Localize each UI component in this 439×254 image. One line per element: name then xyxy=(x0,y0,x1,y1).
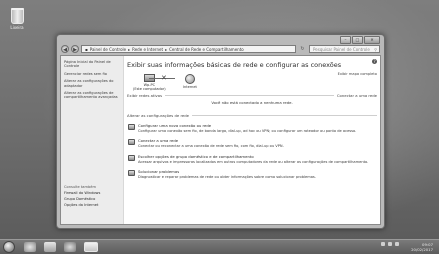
task-description: Acessar arquivos e impressoras localizad… xyxy=(138,159,369,164)
network-map: Exibir mapa completo Wp-PC (Este computa… xyxy=(127,71,377,91)
refresh-icon[interactable]: ↻ xyxy=(298,45,307,53)
see-full-map-link[interactable]: Exibir mapa completo xyxy=(338,72,377,76)
window-client-area: Página Inicial do Painel de Controle Ger… xyxy=(60,55,381,225)
firewall-link[interactable]: Firewall do Windows xyxy=(61,191,123,195)
see-also-section: Consulte também Firewall do Windows Grup… xyxy=(61,185,123,209)
recycle-bin-label: Lixeira xyxy=(10,25,24,30)
address-segment-1[interactable]: Painel de Controle xyxy=(90,46,126,52)
task-connect-link[interactable]: Conectar a uma rede xyxy=(138,138,377,143)
search-input[interactable]: Pesquisar Painel de Controle ⚲ xyxy=(309,44,380,53)
minimize-button[interactable]: – xyxy=(340,36,351,44)
recycle-bin-shortcut[interactable]: Lixeira xyxy=(6,8,28,30)
volume-tray-icon[interactable] xyxy=(395,242,399,246)
network-tray-icon[interactable] xyxy=(388,242,392,246)
back-button[interactable]: ◀ xyxy=(61,44,69,53)
page-title: Exibir suas informações básicas de rede … xyxy=(127,61,342,69)
address-bar[interactable]: ▪ Painel de Controle ▸ Rede e Internet ▸… xyxy=(81,44,296,53)
help-icon[interactable]: ? xyxy=(372,59,377,64)
not-connected-message: Você não está conectado a nenhuma rede. xyxy=(211,100,293,105)
tray-arrow-icon[interactable] xyxy=(381,242,385,246)
taskbar: 09:07 20/02/2017 xyxy=(0,239,439,254)
task-description: Conectar ou reconectar a uma conexão de … xyxy=(138,144,284,149)
media-player-icon[interactable] xyxy=(64,242,76,252)
recycle-bin-icon xyxy=(10,8,24,24)
see-also-heading: Consulte também xyxy=(64,185,97,189)
internet-options-link[interactable]: Opções da Internet xyxy=(61,203,123,207)
homegroup-link[interactable]: Grupo Doméstico xyxy=(61,197,123,201)
internet-label: Internet xyxy=(183,85,197,89)
address-segment-2[interactable]: Rede e Internet xyxy=(132,46,163,52)
task-item: Escolher opções de grupo doméstico e de … xyxy=(127,154,377,164)
disconnected-x-icon: ✕ xyxy=(161,74,167,82)
adapter-settings-link[interactable]: Alterar as configurações do adaptador xyxy=(61,79,123,88)
active-networks-row: Exibir redes ativas Conectar a uma rede xyxy=(127,93,377,98)
close-button[interactable]: ✕ xyxy=(364,36,380,44)
system-tray xyxy=(381,242,399,246)
task-description: Configurar uma conexão sem fio, de banda… xyxy=(138,129,357,133)
new-connection-icon xyxy=(128,124,135,130)
forward-button[interactable]: ▶ xyxy=(71,44,79,53)
change-settings-heading-row: Alterar as configurações de rede xyxy=(127,113,377,118)
task-homegroup-link[interactable]: Escolher opções de grupo doméstico e de … xyxy=(138,154,377,159)
control-panel-home-link[interactable]: Página Inicial do Painel de Controle xyxy=(61,60,123,69)
connect-network-icon xyxy=(128,139,135,146)
network-center-window: – □ ✕ ◀ ▶ ▪ Painel de Controle ▸ Rede e … xyxy=(56,34,385,229)
divider xyxy=(165,95,334,96)
active-networks-label: Exibir redes ativas xyxy=(127,93,163,98)
clock-date: 20/02/2017 xyxy=(411,246,433,252)
start-button[interactable] xyxy=(3,241,15,253)
left-navigation-pane: Página Inicial do Painel de Controle Ger… xyxy=(61,56,124,224)
maximize-button[interactable]: □ xyxy=(352,36,363,44)
search-placeholder: Pesquisar Painel de Controle xyxy=(313,46,370,52)
address-segment-3[interactable]: Central de Rede e Compartilhamento xyxy=(169,46,244,52)
divider xyxy=(192,115,377,116)
task-item: Solucionar problemas Diagnosticar e repa… xyxy=(127,169,377,179)
globe-icon xyxy=(184,74,195,84)
internet-explorer-icon[interactable] xyxy=(24,242,36,252)
caption-buttons: – □ ✕ xyxy=(340,36,380,44)
left-pane-links: Página Inicial do Painel de Controle Ger… xyxy=(61,60,123,103)
address-separator: ▸ xyxy=(128,46,131,52)
address-separator: ▸ xyxy=(165,46,168,52)
connect-to-network-link[interactable]: Conectar a uma rede xyxy=(337,93,377,98)
clock[interactable]: 09:07 20/02/2017 xyxy=(411,242,433,252)
computer-sub: (Este computador) xyxy=(133,87,166,91)
advanced-sharing-link[interactable]: Alterar as configurações de compartilham… xyxy=(61,91,123,100)
manage-wireless-link[interactable]: Gerenciar redes sem fio xyxy=(61,72,123,76)
task-description: Diagnosticar e reparar problemas de rede… xyxy=(138,175,316,180)
task-new-connection-link[interactable]: Configurar uma nova conexão ou rede xyxy=(138,123,377,128)
task-item: Conectar a uma rede Conectar ou reconect… xyxy=(127,138,377,148)
task-troubleshoot-link[interactable]: Solucionar problemas xyxy=(138,169,377,174)
control-panel-icon: ▪ xyxy=(85,46,88,52)
troubleshoot-icon xyxy=(128,170,135,177)
internet-node: Internet xyxy=(183,74,197,89)
address-bar-row: ◀ ▶ ▪ Painel de Controle ▸ Rede e Intern… xyxy=(61,44,380,53)
change-settings-heading: Alterar as configurações de rede xyxy=(127,113,190,118)
control-panel-taskbar-icon[interactable] xyxy=(84,242,98,252)
main-content: ? Exibir suas informações básicas de red… xyxy=(127,59,377,223)
homegroup-icon xyxy=(128,154,135,161)
task-item: Configurar uma nova conexão ou rede Conf… xyxy=(127,123,377,133)
search-icon: ⚲ xyxy=(374,46,377,52)
explorer-folder-icon[interactable] xyxy=(44,242,56,252)
